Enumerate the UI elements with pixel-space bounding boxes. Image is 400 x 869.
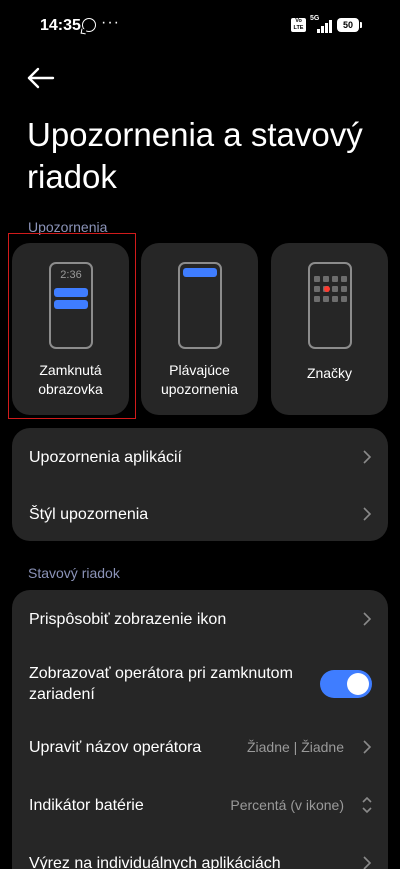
tile-lock-screen[interactable]: 2:36 Zamknutá obrazovka [12, 243, 129, 415]
row-label: Výrez na individuálnych aplikáciách [29, 855, 281, 869]
row-edit-carrier-name[interactable]: Upraviť názov operátora Žiadne | Žiadne [12, 718, 388, 776]
tile-badges[interactable]: Značky [271, 243, 388, 415]
page-title: Upozornenia a stavový riadok [27, 116, 363, 195]
status-bar: 14:35 ··· Vo LTE 5G 50 [0, 0, 400, 52]
toggle-knob [347, 673, 369, 695]
preview-time: 2:36 [60, 269, 82, 281]
row-label: Upraviť názov operátora [29, 739, 202, 756]
row-label: Indikátor batérie [29, 797, 144, 814]
network-type-label: 5G [310, 15, 320, 22]
lockscreen-preview-icon: 2:36 [49, 262, 93, 349]
row-value: Žiadne | Žiadne [246, 739, 344, 755]
chevron-right-icon [363, 856, 372, 869]
chevron-right-icon [363, 507, 372, 521]
section-label-notifications: Upozornenia [28, 219, 108, 235]
row-label: Štýl upozornenia [29, 506, 149, 523]
tile-floating-notifications[interactable]: Plávajúce upozornenia [141, 243, 258, 415]
row-label: Prispôsobiť zobrazenie ikon [29, 611, 227, 628]
row-label: Zobrazovať operátora pri zamknutom zaria… [29, 665, 293, 703]
section-label-status-bar: Stavový riadok [28, 565, 120, 581]
chevron-right-icon [363, 450, 372, 464]
status-bar-settings-card: Prispôsobiť zobrazenie ikon Zobrazovať o… [12, 590, 388, 869]
tile-label: Plávajúce upozornenia [160, 362, 239, 397]
chevron-right-icon [363, 740, 372, 754]
chevron-right-icon [363, 612, 372, 626]
row-app-cutout[interactable]: Výrez na individuálnych aplikáciách [12, 834, 388, 869]
signal-icon: 5G [310, 15, 332, 33]
status-time: 14:35 [40, 17, 81, 34]
row-battery-indicator[interactable]: Indikátor batérie Percentá (v ikone) [12, 776, 388, 834]
tile-label: Značky [306, 365, 353, 381]
tile-label: Zamknutá obrazovka [38, 362, 103, 397]
row-customize-icons[interactable]: Prispôsobiť zobrazenie ikon [12, 590, 388, 648]
row-app-notifications[interactable]: Upozornenia aplikácií [12, 428, 388, 485]
row-show-carrier[interactable]: Zobrazovať operátora pri zamknutom zaria… [12, 648, 388, 718]
chevron-updown-icon [362, 796, 372, 814]
volte-icon: Vo LTE [291, 18, 306, 32]
notifications-settings-card: Upozornenia aplikácií Štýl upozornenia [12, 428, 388, 541]
arrow-left-icon[interactable] [26, 63, 56, 93]
badges-preview-icon [308, 262, 352, 349]
whatsapp-icon [82, 18, 96, 32]
row-value: Percentá (v ikone) [230, 797, 344, 813]
more-notifications-indicator: ··· [101, 14, 120, 31]
floating-notification-preview-icon [178, 262, 222, 349]
battery-icon: 50 [337, 18, 362, 32]
carrier-toggle[interactable] [320, 670, 372, 698]
row-notification-style[interactable]: Štýl upozornenia [12, 485, 388, 541]
row-label: Upozornenia aplikácií [29, 449, 182, 466]
